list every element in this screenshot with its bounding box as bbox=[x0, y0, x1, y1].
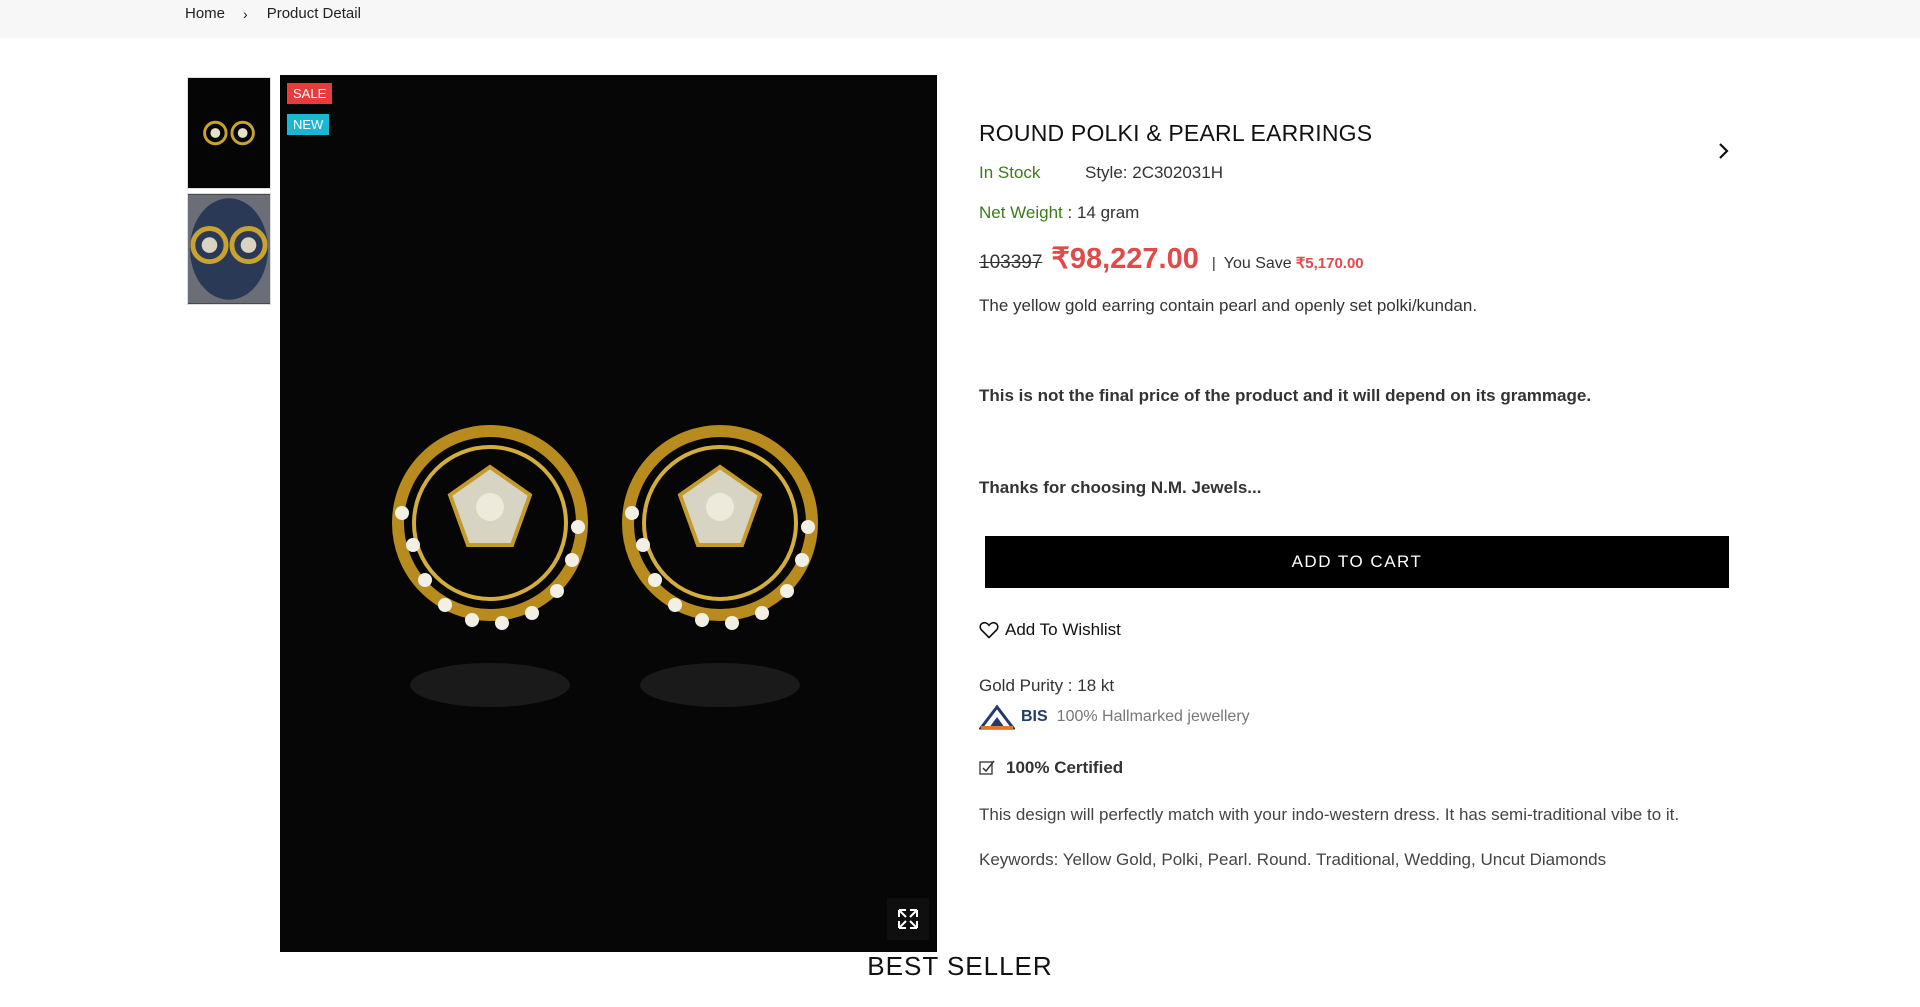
product-description: The yellow gold earring contain pearl an… bbox=[979, 296, 1478, 315]
gold-purity: Gold Purity : 18 kt bbox=[979, 676, 1115, 695]
stock-row: In Stock Style: 2C302031H bbox=[979, 163, 1729, 183]
stock-status: In Stock bbox=[979, 163, 1041, 182]
expand-image-button[interactable] bbox=[887, 898, 929, 940]
price-row: 103397 ₹98,227.00 | You Save ₹5,170.00 bbox=[979, 241, 1729, 276]
net-weight: Net Weight : 14 gram bbox=[979, 203, 1729, 223]
price-separator: | bbox=[1211, 255, 1216, 272]
bis-hallmark: BIS 100% Hallmarked jewellery bbox=[979, 704, 1729, 730]
product-title: ROUND POLKI & PEARL EARRINGS bbox=[979, 120, 1373, 146]
product-info: ROUND POLKI & PEARL EARRINGS In Stock St… bbox=[979, 120, 1729, 498]
heart-icon bbox=[979, 621, 999, 639]
hallmark-text: 100% Hallmarked jewellery bbox=[1056, 708, 1250, 725]
price-disclaimer: This is not the final price of the produ… bbox=[979, 386, 1592, 405]
add-to-wishlist-link[interactable]: Add To Wishlist bbox=[979, 620, 1729, 640]
savings-label: You Save bbox=[1223, 255, 1292, 272]
thumbnail-1[interactable] bbox=[187, 77, 271, 189]
expand-icon bbox=[898, 909, 918, 929]
breadcrumb-bar: Home › Product Detail bbox=[0, 0, 1920, 38]
net-weight-label: Net Weight bbox=[979, 203, 1063, 222]
bis-label: BIS bbox=[1021, 708, 1048, 725]
style-code: Style: 2C302031H bbox=[1085, 163, 1223, 182]
checkbox-icon bbox=[979, 760, 995, 775]
add-to-cart-button[interactable]: ADD TO CART bbox=[985, 536, 1729, 588]
savings-amount: ₹5,170.00 bbox=[1295, 255, 1364, 272]
sale-price: ₹98,227.00 bbox=[1051, 243, 1199, 275]
chevron-right-icon[interactable] bbox=[1712, 140, 1734, 162]
breadcrumb-home-link[interactable]: Home bbox=[185, 5, 225, 22]
original-price: 103397 bbox=[979, 252, 1043, 273]
certified-row: 100% Certified bbox=[979, 758, 1729, 778]
breadcrumb-separator: › bbox=[243, 5, 248, 22]
earrings-image bbox=[280, 75, 937, 952]
product-main-image[interactable]: SALE NEW bbox=[280, 75, 937, 952]
wishlist-label: Add To Wishlist bbox=[1005, 620, 1121, 639]
breadcrumb-current: Product Detail bbox=[266, 5, 361, 22]
thanks-message: Thanks for choosing N.M. Jewels... bbox=[979, 478, 1262, 497]
best-seller-heading: BEST SELLER bbox=[867, 951, 1053, 981]
certified-label: 100% Certified bbox=[1006, 758, 1124, 777]
breadcrumb: Home › Product Detail bbox=[185, 5, 361, 22]
new-badge: NEW bbox=[287, 114, 330, 135]
thumbnail-list bbox=[187, 77, 271, 309]
net-weight-value: : 14 gram bbox=[1062, 203, 1140, 222]
bis-logo-icon bbox=[979, 704, 1015, 730]
sale-badge: SALE bbox=[287, 83, 333, 104]
thumbnail-2[interactable] bbox=[187, 193, 271, 305]
product-keywords: Keywords: Yellow Gold, Polki, Pearl. Rou… bbox=[979, 850, 1607, 869]
product-details: Add To Wishlist Gold Purity : 18 kt BIS … bbox=[979, 620, 1729, 870]
design-note: This design will perfectly match with yo… bbox=[979, 805, 1680, 824]
